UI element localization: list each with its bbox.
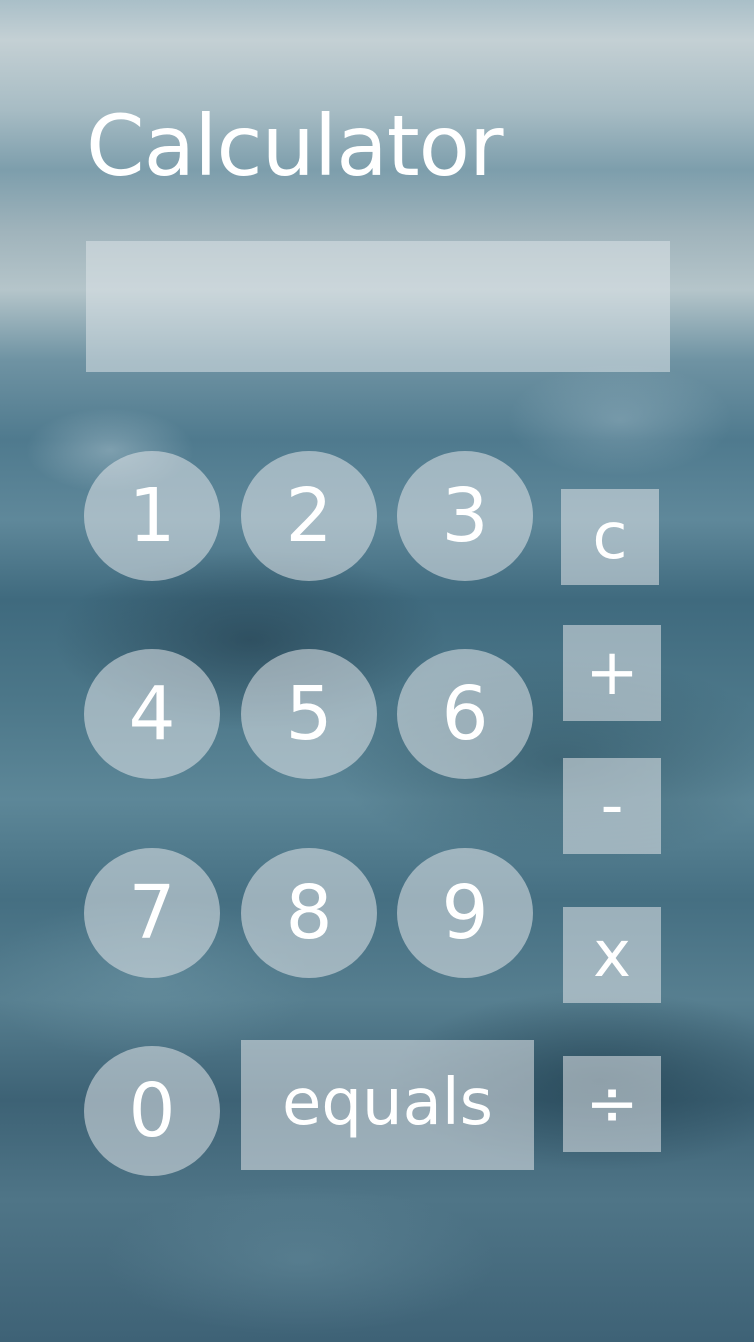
calculator-display — [86, 241, 670, 372]
equals-button[interactable]: equals — [241, 1040, 534, 1170]
subtract-button[interactable]: - — [563, 758, 661, 854]
clear-button[interactable]: c — [561, 489, 659, 585]
digit-3-button[interactable]: 3 — [397, 451, 533, 581]
digit-0-button[interactable]: 0 — [84, 1046, 220, 1176]
divide-button[interactable]: ÷ — [563, 1056, 661, 1152]
digit-5-button[interactable]: 5 — [241, 649, 377, 779]
digit-6-button[interactable]: 6 — [397, 649, 533, 779]
multiply-button[interactable]: x — [563, 907, 661, 1003]
add-button[interactable]: + — [563, 625, 661, 721]
app-title: Calculator — [86, 97, 504, 195]
digit-1-button[interactable]: 1 — [84, 451, 220, 581]
digit-7-button[interactable]: 7 — [84, 848, 220, 978]
digit-2-button[interactable]: 2 — [241, 451, 377, 581]
digit-9-button[interactable]: 9 — [397, 848, 533, 978]
digit-8-button[interactable]: 8 — [241, 848, 377, 978]
digit-4-button[interactable]: 4 — [84, 649, 220, 779]
